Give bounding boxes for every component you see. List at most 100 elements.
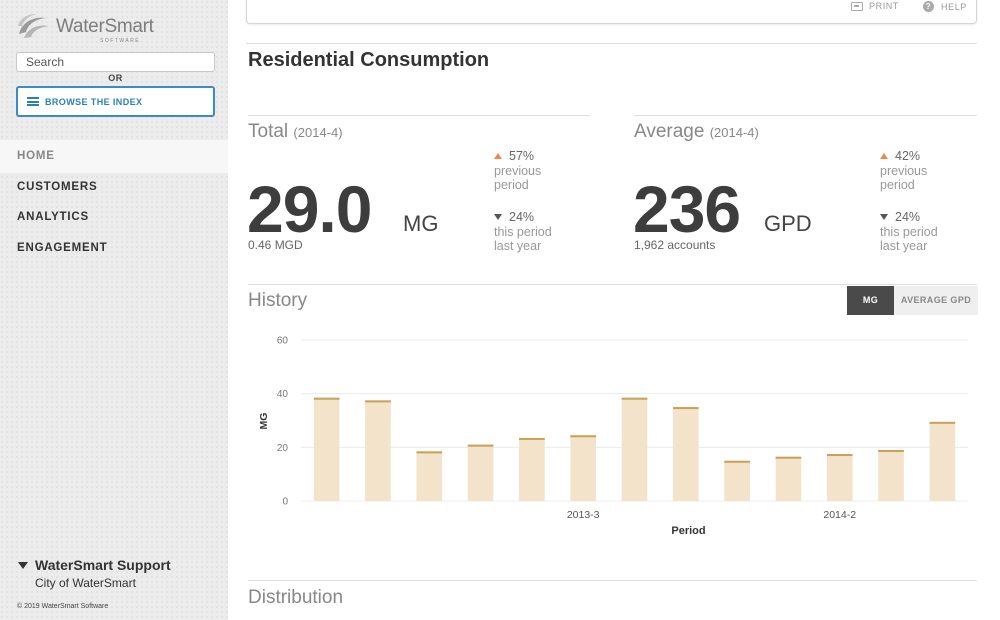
- bar-cap: [365, 400, 391, 403]
- bar-cap: [929, 421, 956, 424]
- average-unit: GPD: [764, 211, 812, 236]
- divider: [248, 115, 590, 116]
- bar: [775, 456, 802, 501]
- bar-cap: [621, 397, 648, 400]
- nav-item-home[interactable]: HOME: [0, 140, 228, 173]
- average-change-previous-label: previous: [880, 163, 928, 178]
- bar: [365, 400, 391, 501]
- help-icon: ?: [923, 1, 934, 12]
- total-change-previous-pct: 57%: [509, 149, 535, 163]
- average-label: Average (2014-4): [634, 121, 759, 143]
- copyright: © 2019 WaterSmart Software: [17, 603, 109, 610]
- x-tick-label: 2014-2: [823, 509, 856, 521]
- x-axis-label: Period: [671, 525, 705, 537]
- support-title: WaterSmart Support: [35, 557, 171, 573]
- nav-item-engagement[interactable]: ENGAGEMENT: [17, 242, 107, 254]
- divider: [634, 115, 977, 116]
- bar: [724, 460, 750, 501]
- divider: [248, 580, 977, 581]
- bar-cap: [672, 407, 699, 410]
- page-title: Residential Consumption: [248, 49, 490, 71]
- divider: [246, 43, 977, 44]
- total-change-year-label: last year: [494, 239, 542, 253]
- average-change-previous-pct: 42%: [895, 149, 921, 163]
- support-org: City of WaterSmart: [35, 576, 136, 590]
- total-period: (2014-4): [293, 125, 343, 140]
- divider: [248, 284, 977, 285]
- average-title: Average: [634, 121, 705, 142]
- bar: [570, 435, 597, 501]
- bar: [467, 444, 494, 501]
- bar-cap: [826, 454, 853, 457]
- search-input[interactable]: [16, 52, 215, 72]
- distribution-title: Distribution: [248, 587, 344, 608]
- average-change-year-label: last year: [880, 239, 928, 253]
- support-toggle[interactable]: WaterSmart Support: [18, 557, 171, 573]
- browse-index-button[interactable]: BROWSE THE INDEX: [16, 86, 215, 117]
- toggle-mg-button[interactable]: MG: [847, 286, 894, 315]
- x-tick-label: 2013-3: [567, 509, 600, 521]
- average-change-year: 24% this period last year: [880, 210, 938, 254]
- average-period: (2014-4): [709, 125, 759, 140]
- watersmart-logo[interactable]: WaterSmart SOFTWARE: [16, 12, 176, 46]
- bar: [313, 397, 340, 501]
- total-title: Total: [248, 121, 289, 142]
- total-change-year-label: this period: [494, 224, 552, 239]
- browse-index-label: BROWSE THE INDEX: [45, 96, 143, 107]
- nav-item-customers[interactable]: CUSTOMERS: [17, 181, 97, 193]
- history-unit-toggle: MG AVERAGE GPD: [847, 286, 978, 315]
- bar: [878, 450, 904, 501]
- arrow-up-icon: [494, 153, 502, 160]
- nav-item-analytics[interactable]: ANALYTICS: [17, 211, 89, 223]
- bar-cap: [519, 437, 545, 440]
- water-wave-icon: [18, 14, 49, 38]
- or-divider-label: OR: [108, 73, 123, 83]
- y-tick-label: 40: [277, 389, 289, 400]
- print-icon: [851, 1, 863, 11]
- total-label: Total (2014-4): [248, 121, 343, 143]
- bar-cap: [724, 460, 750, 463]
- total-daily: 0.46 MGD: [248, 238, 303, 252]
- bar: [416, 451, 443, 501]
- help-label: HELP: [941, 1, 967, 12]
- y-tick-label: 0: [282, 497, 288, 508]
- bar: [929, 421, 956, 501]
- y-tick-label: 20: [277, 443, 289, 454]
- history-title: History: [248, 290, 308, 311]
- arrow-up-icon: [880, 153, 888, 160]
- bar-cap: [878, 450, 904, 453]
- bar: [621, 397, 648, 501]
- history-bar-chart: 0 20 40 60 2013-3 2014-2 Period MG: [258, 336, 968, 537]
- top-toolbar: PRINT ? HELP: [246, 0, 977, 24]
- logo-text: WaterSmart: [56, 16, 154, 37]
- menu-icon: [27, 97, 39, 106]
- toggle-average-gpd-button[interactable]: AVERAGE GPD: [894, 286, 978, 315]
- total-change-previous-label: previous: [494, 163, 542, 178]
- bar-cap: [313, 397, 340, 400]
- total-change-year: 24% this period last year: [494, 210, 552, 254]
- total-change-year-pct: 24%: [509, 210, 535, 224]
- total-change-previous-label: period: [494, 178, 529, 192]
- average-change-previous-label: period: [880, 178, 915, 192]
- caret-down-icon: [18, 561, 28, 569]
- bar-cap: [775, 456, 802, 459]
- average-change-year-label: this period: [880, 224, 938, 239]
- arrow-down-icon: [880, 214, 888, 221]
- y-tick-label: 60: [277, 336, 289, 347]
- bar-cap: [570, 435, 597, 438]
- sidebar: WaterSmart SOFTWARE OR BROWSE THE INDEX …: [0, 0, 228, 620]
- average-accounts: 1,962 accounts: [634, 238, 716, 252]
- total-value: 29.0: [247, 172, 372, 246]
- print-label: PRINT: [869, 1, 899, 11]
- bar-cap: [416, 451, 443, 454]
- average-value: 236: [633, 172, 741, 246]
- logo-subtitle: SOFTWARE: [100, 38, 141, 44]
- bar-cap: [467, 444, 494, 447]
- average-change-year-pct: 24%: [895, 210, 921, 224]
- bar: [672, 407, 699, 501]
- average-change-previous: 42% previous period: [880, 149, 927, 193]
- help-button[interactable]: ? HELP: [923, 1, 967, 12]
- total-unit: MG: [403, 211, 439, 236]
- bar: [826, 454, 853, 501]
- print-button[interactable]: PRINT: [851, 1, 899, 11]
